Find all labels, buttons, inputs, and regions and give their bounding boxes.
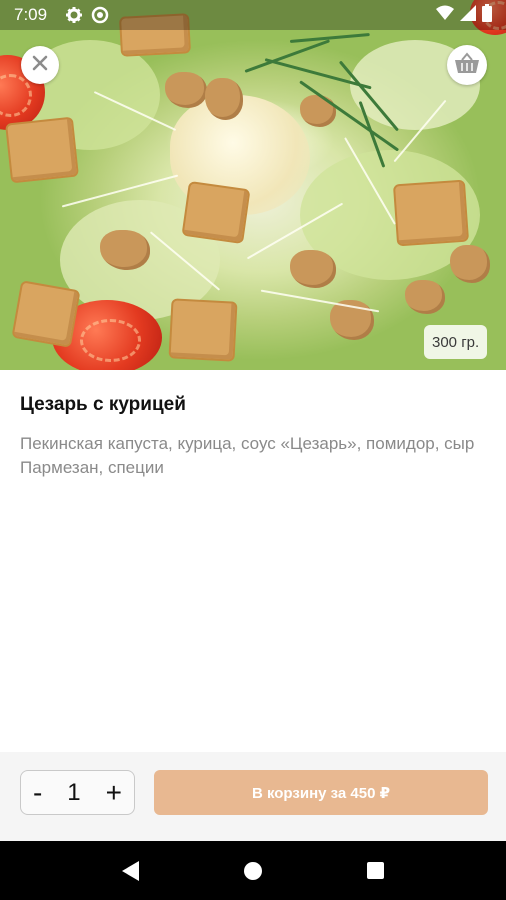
increase-button[interactable]: + <box>106 778 122 807</box>
navigation-bar <box>0 841 506 900</box>
cart-button[interactable] <box>447 45 487 85</box>
battery-icon <box>482 3 492 27</box>
back-icon[interactable] <box>122 860 140 881</box>
circle-icon <box>91 6 109 24</box>
home-icon[interactable] <box>243 861 262 880</box>
weight-badge: 300 гр. <box>424 325 488 359</box>
decrease-button[interactable]: - <box>33 778 42 807</box>
gear-icon <box>65 6 83 24</box>
product-description: Пекинская капуста, курица, соус «Цезарь»… <box>20 434 475 477</box>
close-icon <box>32 55 48 76</box>
product-title: Цезарь с курицей <box>20 394 186 415</box>
quantity-value: 1 <box>67 778 81 806</box>
add-to-cart-button[interactable]: В корзину за 450 ₽ <box>154 770 488 815</box>
product-image <box>0 0 506 370</box>
basket-icon <box>454 51 480 79</box>
recents-icon[interactable] <box>366 862 384 879</box>
status-bar: 7:09 <box>0 0 506 30</box>
close-button[interactable] <box>21 46 59 84</box>
order-bar: - 1 + В корзину за 450 ₽ <box>0 752 506 841</box>
signal-icon <box>460 4 476 26</box>
wifi-icon <box>436 5 454 26</box>
status-time: 7:09 <box>14 5 48 24</box>
quantity-stepper: - 1 + <box>20 770 135 815</box>
